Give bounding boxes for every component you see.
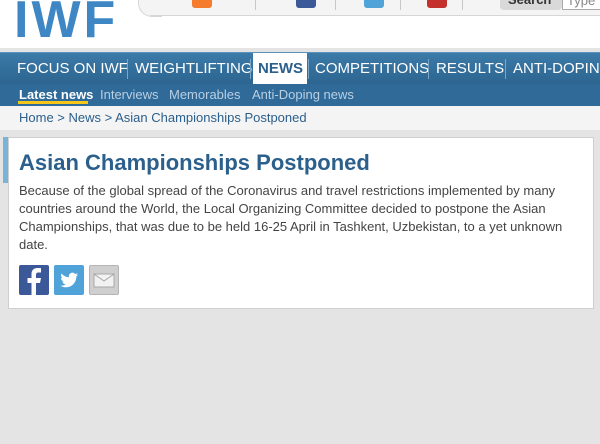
nav-anti-doping[interactable]: ANTI-DOPING (513, 53, 600, 84)
divider (255, 0, 256, 10)
site-header: IWF Search Type (0, 0, 600, 48)
search-input[interactable]: Type (562, 0, 600, 10)
subnav-interviews[interactable]: Interviews (100, 84, 159, 106)
nav-divider (308, 59, 309, 79)
divider (335, 0, 336, 10)
breadcrumb-bar: Home > News > Asian Championships Postpo… (0, 106, 600, 130)
divider (462, 0, 463, 10)
article-card: Asian Championships Postponed Because of… (8, 137, 594, 309)
article-body: Because of the global spread of the Coro… (19, 183, 563, 252)
nav-divider (250, 59, 251, 79)
rss-icon[interactable] (192, 0, 212, 8)
nav-weightlifting[interactable]: WEIGHTLIFTING (135, 53, 253, 84)
sub-nav: Latest news Interviews Memorables Anti-D… (0, 84, 600, 106)
article-title: Asian Championships Postponed (19, 150, 370, 175)
iwf-logo[interactable]: IWF (14, 0, 118, 46)
breadcrumb[interactable]: Home > News > Asian Championships Postpo… (19, 106, 307, 130)
nav-competitions[interactable]: COMPETITIONS (315, 53, 429, 84)
main-nav: FOCUS ON IWF WEIGHTLIFTING NEWS COMPETIT… (0, 52, 600, 84)
article-accent-bar (3, 137, 8, 183)
nav-divider (127, 59, 128, 79)
youtube-icon[interactable] (427, 0, 447, 8)
email-share-button[interactable] (89, 265, 119, 295)
facebook-share-button[interactable] (19, 265, 49, 295)
nav-focus-on-iwf[interactable]: FOCUS ON IWF (17, 53, 128, 84)
divider (400, 0, 401, 10)
nav-divider (428, 59, 429, 79)
email-icon (93, 273, 115, 288)
twitter-share-button[interactable] (54, 265, 84, 295)
facebook-icon (27, 268, 41, 295)
search-button[interactable]: Search (500, 0, 562, 10)
twitter-top-icon[interactable] (364, 0, 384, 8)
nav-news[interactable]: NEWS (253, 53, 307, 84)
facebook-top-icon[interactable] (296, 0, 316, 8)
nav-divider (505, 59, 506, 79)
active-subnav-indicator (18, 101, 88, 104)
subnav-memorables[interactable]: Memorables (169, 84, 241, 106)
nav-results[interactable]: RESULTS (436, 53, 504, 84)
subnav-anti-doping-news[interactable]: Anti-Doping news (252, 84, 354, 106)
twitter-icon (60, 272, 78, 288)
